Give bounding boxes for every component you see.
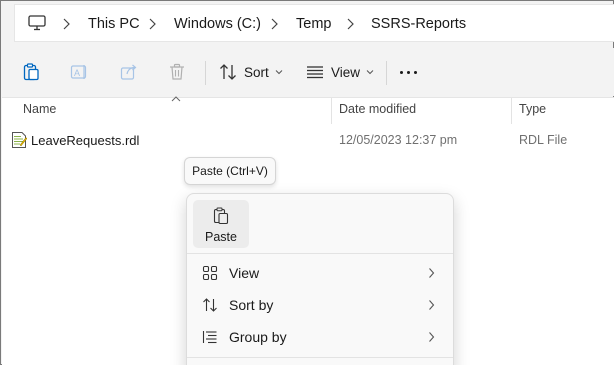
delete-icon: [170, 63, 184, 80]
chevron-down-icon: [275, 70, 283, 75]
breadcrumb-item-this-pc[interactable]: This PC: [88, 16, 140, 32]
menu-item-label: Group by: [229, 329, 287, 345]
chevron-right-icon: [429, 300, 435, 310]
rename-icon: A: [70, 65, 87, 79]
breadcrumb-item-ssrs-reports[interactable]: SSRS-Reports: [371, 16, 466, 32]
grid-icon: [202, 265, 218, 281]
menu-item-label: Sort by: [229, 297, 274, 313]
column-header-date-modified[interactable]: Date modified: [339, 102, 416, 116]
computer-icon[interactable]: [28, 15, 46, 31]
delete-button[interactable]: [167, 58, 187, 86]
chevron-right-icon[interactable]: [147, 17, 157, 31]
group-icon: [202, 331, 217, 344]
chevron-right-icon: [429, 268, 435, 278]
paste-menu-label: Paste: [205, 230, 237, 244]
command-bar: A Sort View: [2, 48, 614, 96]
sort-icon: [203, 298, 217, 312]
menu-item-group-by[interactable]: Group by: [187, 321, 453, 353]
chevron-right-icon[interactable]: [345, 17, 355, 31]
sort-ascending-icon: [171, 96, 181, 102]
menu-divider: [187, 253, 453, 254]
view-button[interactable]: View: [305, 58, 374, 86]
explorer-window: This PC Windows (C:) Temp SSRS-Reports A: [0, 0, 614, 365]
chevron-down-icon: [366, 70, 374, 75]
svg-text:A: A: [74, 68, 80, 78]
command-divider: [205, 61, 206, 85]
column-divider[interactable]: [511, 98, 512, 124]
tooltip: Paste (Ctrl+V): [184, 157, 276, 185]
paste-button[interactable]: [21, 58, 41, 86]
chevron-right-icon: [429, 332, 435, 342]
chevron-right-icon[interactable]: [61, 17, 71, 31]
view-icon: [307, 66, 323, 79]
file-type: RDL File: [519, 133, 568, 147]
rdl-file-icon: [12, 132, 27, 148]
sort-button[interactable]: Sort: [218, 58, 283, 86]
rename-button[interactable]: A: [70, 58, 90, 86]
column-header-type[interactable]: Type: [519, 102, 546, 116]
breadcrumb-item-windows-c[interactable]: Windows (C:): [174, 16, 261, 32]
file-name: LeaveRequests.rdl: [31, 133, 140, 148]
sort-label: Sort: [244, 64, 269, 80]
column-header-name[interactable]: Name: [23, 102, 56, 116]
file-date-modified: 12/05/2023 12:37 pm: [339, 133, 458, 147]
menu-item-sort-by[interactable]: Sort by: [187, 289, 453, 321]
paste-icon: [23, 63, 39, 81]
share-button[interactable]: [119, 58, 139, 86]
breadcrumb[interactable]: This PC Windows (C:) Temp SSRS-Reports: [14, 4, 614, 42]
context-menu: Paste View Sort by Group by: [186, 193, 454, 365]
breadcrumb-item-temp[interactable]: Temp: [296, 16, 331, 32]
menu-divider: [187, 357, 453, 358]
command-divider: [386, 61, 387, 85]
share-icon: [120, 64, 137, 80]
table-row[interactable]: LeaveRequests.rdl 12/05/2023 12:37 pm RD…: [2, 128, 614, 150]
paste-icon: [213, 207, 229, 225]
sort-icon: [220, 64, 236, 80]
menu-item-view[interactable]: View: [187, 257, 453, 289]
view-label: View: [331, 64, 361, 80]
column-divider[interactable]: [331, 98, 332, 124]
chevron-right-icon[interactable]: [269, 17, 279, 31]
paste-menu-button[interactable]: Paste: [193, 200, 249, 248]
menu-item-label: View: [229, 265, 260, 281]
